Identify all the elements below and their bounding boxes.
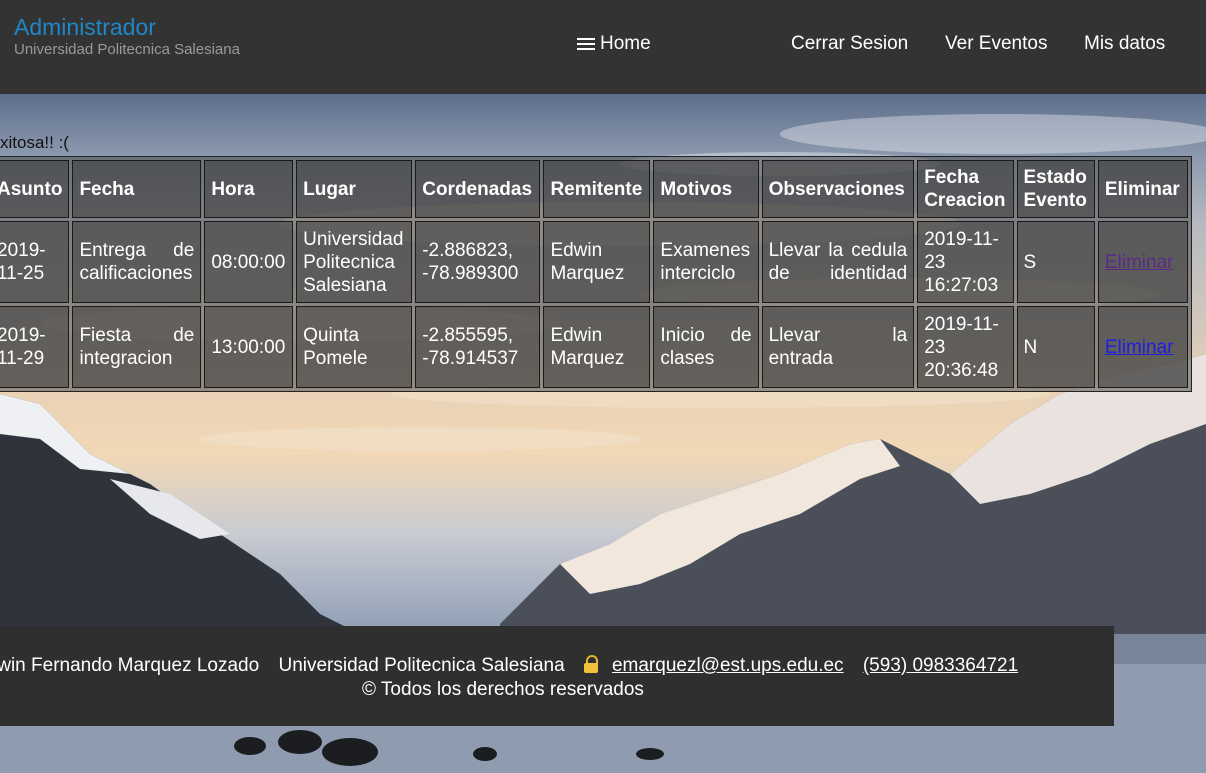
cell-hora: 08:00:00 bbox=[204, 221, 294, 303]
column-header-asunto: Asunto bbox=[0, 160, 70, 218]
events-table: Asunto Fecha Hora Lugar Cordenadas Remit… bbox=[0, 156, 1192, 392]
cell-cordenadas: -2.855595, -78.914537 bbox=[415, 306, 541, 388]
column-header-remitente: Remitente bbox=[543, 160, 651, 218]
cell-estado: N bbox=[1016, 306, 1095, 388]
cell-fecha-creacion: 2019-11-23 20:36:48 bbox=[917, 306, 1014, 388]
cell-observaciones: Llevar la cedula de identidad bbox=[761, 221, 915, 303]
cell-lugar: Quinta Pomele bbox=[296, 306, 413, 388]
brand-title[interactable]: Administrador bbox=[14, 14, 156, 41]
footer-contact-line: Edwin Fernando Marquez Lozado Universida… bbox=[0, 655, 1018, 677]
table-header-row: Asunto Fecha Hora Lugar Cordenadas Remit… bbox=[0, 160, 1188, 218]
cell-fecha: Fiesta de integracion bbox=[72, 306, 202, 388]
nav-home-link[interactable]: Home bbox=[577, 33, 651, 55]
column-header-hora: Hora bbox=[204, 160, 294, 218]
cell-motivos: Examenes interciclo bbox=[653, 221, 759, 303]
cell-fecha: Entrega de calificaciones bbox=[72, 221, 202, 303]
column-header-eliminar: Eliminar bbox=[1097, 160, 1188, 218]
hamburger-menu-icon bbox=[577, 37, 595, 51]
column-header-fecha: Fecha bbox=[72, 160, 202, 218]
nav-mis-datos-link[interactable]: Mis datos bbox=[1084, 33, 1165, 55]
eliminar-link[interactable]: Eliminar bbox=[1105, 252, 1174, 273]
column-header-motivos: Motivos bbox=[653, 160, 759, 218]
cell-motivos: Inicio de clases bbox=[653, 306, 759, 388]
brand-subtitle: Universidad Politecnica Salesiana bbox=[14, 41, 240, 58]
footer-author: Edwin Fernando Marquez Lozado bbox=[0, 655, 260, 676]
cell-asunto: 2019-11-29 bbox=[0, 306, 70, 388]
column-header-fecha-creacion: Fecha Creacion bbox=[917, 160, 1014, 218]
cell-cordenadas: -2.886823, -78.989300 bbox=[415, 221, 541, 303]
column-header-cordenadas: Cordenadas bbox=[415, 160, 541, 218]
column-header-lugar: Lugar bbox=[296, 160, 413, 218]
cell-asunto: 2019-11-25 bbox=[0, 221, 70, 303]
footer-phone-link[interactable]: (593) 0983364721 bbox=[863, 655, 1018, 676]
column-header-estado-evento: Estado Evento bbox=[1016, 160, 1095, 218]
table-row: 2019-11-29 Fiesta de integracion 13:00:0… bbox=[0, 306, 1188, 388]
cell-fecha-creacion: 2019-11-23 16:27:03 bbox=[917, 221, 1014, 303]
cell-remitente: Edwin Marquez bbox=[543, 306, 651, 388]
footer-university: Universidad Politecnica Salesiana bbox=[278, 655, 565, 676]
top-navbar: Administrador Universidad Politecnica Sa… bbox=[0, 0, 1206, 94]
footer-email-link[interactable]: emarquezl@est.ups.edu.ec bbox=[612, 655, 844, 676]
cell-hora: 13:00:00 bbox=[204, 306, 294, 388]
cell-remitente: Edwin Marquez bbox=[543, 221, 651, 303]
nav-cerrar-sesion-link[interactable]: Cerrar Sesion bbox=[791, 33, 908, 55]
cell-eliminar: Eliminar bbox=[1097, 221, 1188, 303]
nav-ver-eventos-link[interactable]: Ver Eventos bbox=[945, 33, 1047, 55]
footer-copyright: © Todos los derechos reservados bbox=[362, 679, 644, 700]
lock-icon bbox=[583, 655, 598, 673]
cell-observaciones: Llevar la entrada bbox=[761, 306, 915, 388]
cell-lugar: Universidad Politecnica Salesiana bbox=[296, 221, 413, 303]
nav-home-label: Home bbox=[600, 33, 651, 54]
table-row: 2019-11-25 Entrega de calificaciones 08:… bbox=[0, 221, 1188, 303]
column-header-observaciones: Observaciones bbox=[761, 160, 915, 218]
eliminar-link[interactable]: Eliminar bbox=[1105, 337, 1174, 358]
page-footer: Edwin Fernando Marquez Lozado Universida… bbox=[0, 626, 1114, 726]
cell-estado: S bbox=[1016, 221, 1095, 303]
status-message: xitosa!! :( bbox=[0, 133, 69, 152]
cell-eliminar: Eliminar bbox=[1097, 306, 1188, 388]
